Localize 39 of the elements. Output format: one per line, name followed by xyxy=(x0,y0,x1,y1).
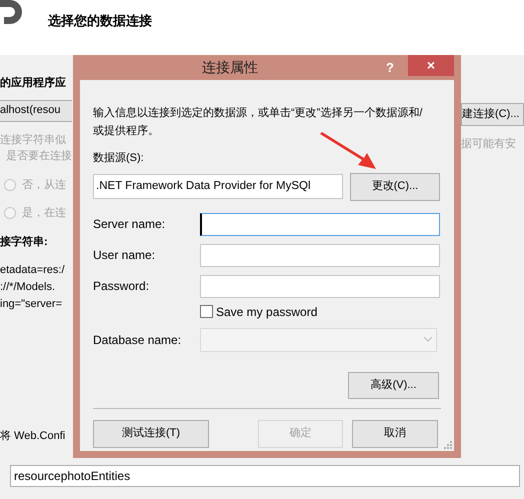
data-source-field: .NET Framework Data Provider for MySQl xyxy=(93,174,343,199)
change-button[interactable]: 更改(C)... xyxy=(350,172,440,200)
connection-dropdown[interactable]: alhost(resou xyxy=(0,100,72,122)
warning-text: 据可能有安 xyxy=(461,136,517,152)
new-connection-button[interactable]: 建连接(C)... xyxy=(461,103,524,126)
warning-text: 连接字符串似 xyxy=(0,132,67,148)
data-source-label: 数据源(S): xyxy=(93,151,145,166)
entities-name-field[interactable]: resourcephotoEntities xyxy=(10,465,520,487)
resize-grip-icon xyxy=(444,441,452,449)
text-field[interactable] xyxy=(200,212,440,236)
connection-string-line: ing="server= xyxy=(0,297,63,312)
dialog-button[interactable]: 测试连接(T) xyxy=(93,420,209,448)
description-text: 输入信息以连接到选定的数据源，或单击“更改”选择另一个数据源和/或提供程序。 xyxy=(93,106,424,139)
checkbox-label: Save my password xyxy=(216,304,318,320)
checkbox[interactable] xyxy=(200,305,213,318)
chevron-down-icon xyxy=(424,337,432,342)
text-field[interactable] xyxy=(200,244,440,266)
save-setting-label: 将 Web.Confi xyxy=(0,429,66,444)
warning-text: 是否要在连接 xyxy=(6,148,72,164)
advanced-button[interactable]: 高级(V)... xyxy=(348,372,439,398)
field-label: Database name: xyxy=(93,332,182,348)
section-heading: 的应用程序应 xyxy=(0,76,67,91)
field-label: User name: xyxy=(93,247,156,264)
radio-button[interactable] xyxy=(4,178,16,191)
field-label: Password: xyxy=(93,278,150,295)
radio-button[interactable] xyxy=(4,207,16,220)
dialog-title: 连接属性 xyxy=(201,58,259,77)
radio-label: 是，在连 xyxy=(22,206,66,221)
connection-string-line: ://*/Models. xyxy=(0,280,56,295)
arrow-icon xyxy=(318,132,376,170)
close-button[interactable]: × xyxy=(408,55,454,76)
connection-string-line: etadata=res:/ xyxy=(0,263,66,278)
text-field[interactable] xyxy=(200,274,440,298)
dialog-button[interactable]: 取消 xyxy=(352,420,438,448)
field-label: Server name: xyxy=(93,216,166,233)
radio-label: 否，从连 xyxy=(22,178,66,192)
wizard-title: 选择您的数据连接 xyxy=(48,12,152,30)
logo-icon xyxy=(0,0,22,26)
connection-string-label: 接字符串: xyxy=(0,234,49,250)
